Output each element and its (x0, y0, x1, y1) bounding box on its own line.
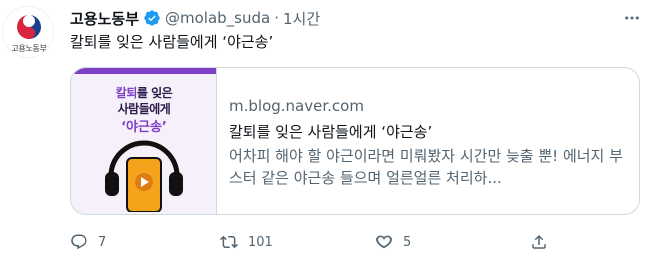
avatar-org-label: 고용노동부 (11, 44, 47, 53)
avatar[interactable]: 고용노동부 (2, 6, 54, 58)
taegeuk-logo-icon (17, 15, 41, 39)
card-thumbnail: 칼퇴를 잊은 사람들에게 ‘야근송’ (71, 68, 217, 214)
like-count: 5 (403, 234, 412, 250)
share-icon (532, 234, 546, 249)
card-description: 어차피 해야 할 야근이라면 미뤄봤자 시간만 늦출 뿐! 에너지 부스터 같은… (229, 147, 623, 187)
link-card[interactable]: 칼퇴를 잊은 사람들에게 ‘야근송’ m.blog.naver.com 칼퇴를 … (70, 67, 640, 215)
like-button[interactable]: 5 (375, 230, 411, 254)
handle[interactable]: @molab_suda (165, 9, 270, 27)
thumbnail-band (71, 68, 216, 74)
separator-dot: · (274, 9, 280, 27)
reply-count: 7 (98, 234, 107, 250)
timestamp[interactable]: 1시간 (283, 8, 320, 29)
card-domain: m.blog.naver.com (229, 97, 364, 115)
tweet-text: 칼퇴를 잊은 사람들에게 ‘야근송’ (70, 33, 274, 51)
thumbnail-line1: 칼퇴를 잊은 (115, 86, 173, 100)
reply-icon (71, 234, 87, 250)
more-icon[interactable] (622, 8, 642, 28)
display-name[interactable]: 고용노동부 (70, 8, 139, 29)
phone-icon (126, 157, 162, 212)
tweet-header: 고용노동부 @molab_suda · 1시간 (70, 7, 320, 29)
reply-button[interactable]: 7 (70, 230, 106, 254)
thumbnail-line2: 사람들에게 (117, 102, 171, 116)
card-title: 칼퇴를 잊은 사람들에게 ‘야근송’ (229, 123, 433, 141)
retweet-count: 101 (248, 234, 273, 250)
tweet[interactable]: 고용노동부 고용노동부 @molab_suda · 1시간 칼퇴를 잊은 사람들… (0, 0, 658, 264)
action-bar: 7 101 5 (70, 230, 630, 254)
verified-badge-icon (144, 10, 160, 26)
like-icon (376, 235, 392, 249)
retweet-icon (220, 235, 238, 249)
share-button[interactable] (530, 230, 548, 254)
retweet-button[interactable]: 101 (220, 230, 273, 254)
